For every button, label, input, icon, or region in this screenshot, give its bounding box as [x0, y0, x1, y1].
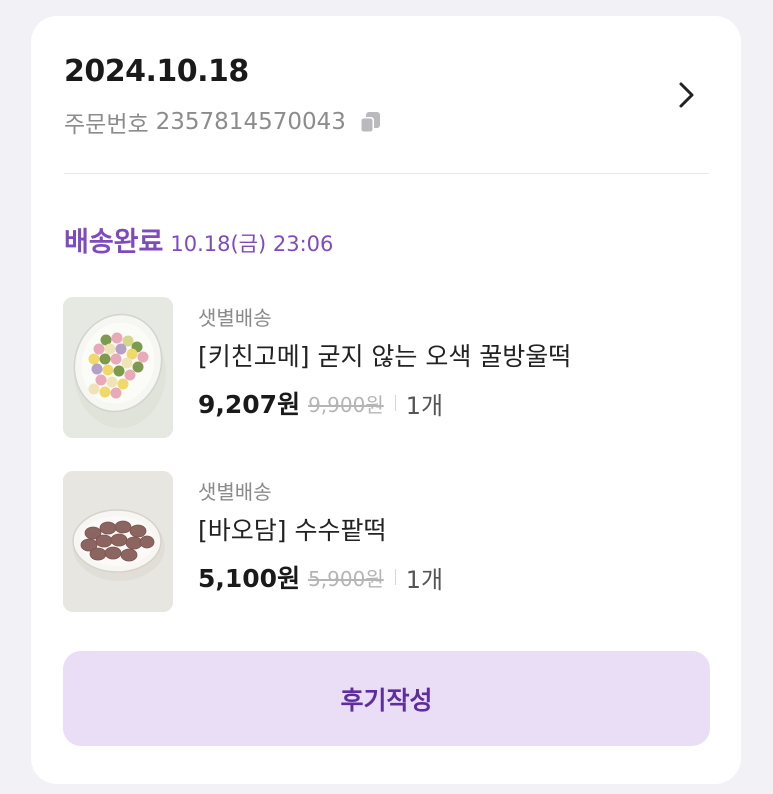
order-number: 2357814570043 [155, 109, 346, 135]
divider [394, 569, 396, 585]
divider [394, 395, 396, 411]
price-row: 5,100원 5,900원 1개 [198, 560, 703, 594]
quantity: 1개 [405, 565, 444, 594]
original-price: 5,900원 [308, 566, 384, 591]
chevron-right-icon[interactable] [671, 80, 701, 110]
delivery-type: 샛별배송 [198, 480, 272, 504]
copy-icon[interactable] [358, 110, 382, 134]
original-price: 9,900원 [308, 392, 384, 417]
product-name[interactable]: [키친고메] 굳지 않는 오색 꿀방울떡 [198, 340, 703, 374]
quantity: 1개 [405, 391, 444, 420]
price-row: 9,207원 9,900원 1개 [198, 386, 703, 420]
order-number-row: 주문번호 2357814570043 [64, 106, 382, 138]
product-name[interactable]: [바오담] 수수팥떡 [198, 514, 703, 548]
item-info: 샛별배송 [바오담] 수수팥떡 5,100원 5,900원 1개 [198, 470, 703, 594]
delivery-type: 샛별배송 [198, 306, 272, 330]
order-card: 2024.10.18 주문번호 2357814570043 배송완료 10.18… [31, 16, 741, 784]
delivery-status: 배송완료 10.18(금) 23:06 [64, 220, 333, 260]
item-info: 샛별배송 [키친고메] 굳지 않는 오색 꿀방울떡 9,207원 9,900원 … [198, 296, 703, 420]
divider [64, 173, 709, 174]
product-image[interactable] [63, 471, 173, 612]
order-item: 샛별배송 [키친고메] 굳지 않는 오색 꿀방울떡 9,207원 9,900원 … [63, 296, 703, 439]
status-label: 배송완료 [64, 227, 164, 258]
product-image[interactable] [63, 297, 173, 438]
sale-price: 5,100원 [198, 564, 301, 593]
status-time: 10.18(금) 23:06 [170, 232, 334, 256]
order-number-label: 주문번호 [64, 112, 149, 138]
write-review-button[interactable]: 후기작성 [63, 651, 710, 746]
order-item: 샛별배송 [바오담] 수수팥떡 5,100원 5,900원 1개 [63, 470, 703, 613]
sale-price: 9,207원 [198, 390, 301, 419]
order-date: 2024.10.18 [64, 54, 249, 89]
